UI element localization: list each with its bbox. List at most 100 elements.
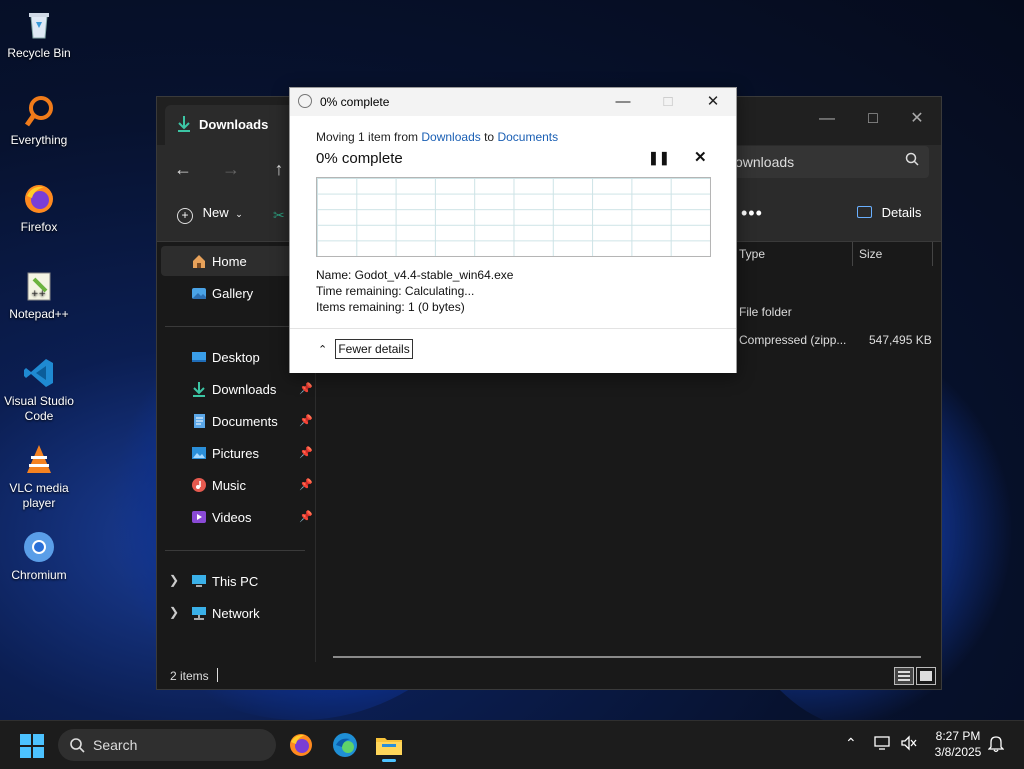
vlc-icon <box>22 443 56 477</box>
table-row-type[interactable]: Compressed (zipp... <box>739 333 846 347</box>
notepad-plus-plus-icon: ++ <box>22 269 56 303</box>
new-button[interactable]: + New ⌄ <box>177 205 243 224</box>
taskbar-edge[interactable] <box>328 729 362 761</box>
taskbar-search-box[interactable]: Search <box>58 729 276 761</box>
fewer-details-button[interactable]: ⌃ Fewer details <box>318 339 413 359</box>
details-view-button[interactable] <box>894 667 914 685</box>
sidebar-divider <box>165 326 305 327</box>
plus-circle-icon: + <box>177 208 193 224</box>
sidebar-item-gallery[interactable]: Gallery <box>157 278 307 308</box>
dialog-close-button[interactable]: ✕ <box>698 91 728 113</box>
arrow-left-icon: ← <box>174 159 192 179</box>
desktop-icon-chromium[interactable]: Chromium <box>0 530 78 583</box>
sidebar-item-this-pc[interactable]: ❯ This PC <box>157 566 307 596</box>
pin-icon: 📌 <box>299 447 313 459</box>
sidebar-item-home[interactable]: Home <box>161 246 309 276</box>
desktop-icon-label: VLC media player <box>9 481 69 510</box>
desktop-icon-label: Visual Studio Code <box>4 394 74 423</box>
pause-button[interactable]: ❚❚ <box>648 150 670 166</box>
table-row-size[interactable]: 547,495 KB <box>869 333 932 347</box>
table-row-type[interactable]: File folder <box>739 305 792 319</box>
chevron-right-icon[interactable]: ❯ <box>169 605 179 619</box>
desktop-icon-label: Firefox <box>20 220 58 234</box>
download-arrow-icon <box>191 381 207 397</box>
sidebar-item-downloads[interactable]: Downloads 📌 <box>157 374 313 404</box>
file-operation-dialog[interactable]: 0% complete — □ ✕ Moving 1 item from Dow… <box>289 87 737 373</box>
chromium-icon <box>22 530 56 564</box>
cut-icon[interactable]: ✂ <box>273 207 285 224</box>
sidebar-item-documents[interactable]: Documents 📌 <box>157 406 313 436</box>
arrow-right-icon: → <box>222 159 240 179</box>
sidebar-item-videos[interactable]: Videos 📌 <box>157 502 313 532</box>
tiles-view-button[interactable] <box>916 667 936 685</box>
sidebar-item-pictures[interactable]: Pictures 📌 <box>157 438 313 468</box>
network-status-button[interactable] <box>874 735 892 754</box>
sidebar-label: Desktop <box>212 350 260 365</box>
dialog-title: 0% complete <box>320 95 390 109</box>
sidebar-item-music[interactable]: Music 📌 <box>157 470 313 500</box>
desktop-icon-notepad[interactable]: ++ Notepad++ <box>0 269 78 322</box>
clock-time: 8:27 PM <box>935 729 981 743</box>
clock-icon <box>298 94 312 108</box>
sidebar-label: This PC <box>212 574 259 589</box>
explorer-minimize-button[interactable]: — <box>807 105 847 133</box>
search-box[interactable]: ownloads <box>727 146 929 178</box>
desktop-icon-firefox[interactable]: Firefox <box>0 182 78 235</box>
back-button[interactable]: ← <box>169 157 197 181</box>
everything-icon <box>22 95 56 129</box>
bell-icon <box>987 736 1005 756</box>
windows-logo-icon <box>20 734 44 762</box>
source-link[interactable]: Downloads <box>421 130 480 144</box>
desktop-icon-label: Everything <box>10 133 68 147</box>
transfer-speed-graph <box>316 177 711 257</box>
pin-icon: 📌 <box>299 383 313 395</box>
sidebar-label: Documents <box>212 414 278 429</box>
column-header-size[interactable]: Size <box>859 247 882 271</box>
volume-button[interactable] <box>900 735 918 754</box>
desktop-icon-everything[interactable]: Everything <box>0 95 78 148</box>
column-header-type[interactable]: Type <box>739 247 765 271</box>
show-hidden-icons-button[interactable]: ⌃ <box>845 735 857 752</box>
items-remaining-line: Items remaining: 1 (0 bytes) <box>316 300 465 314</box>
arrow-up-icon: ↑ <box>274 159 284 179</box>
progress-percentage: 0% complete <box>316 150 403 167</box>
explorer-maximize-button[interactable]: □ <box>853 105 893 133</box>
music-icon <box>191 477 207 493</box>
sidebar-item-network[interactable]: ❯ Network <box>157 598 307 628</box>
desktop-icon-recycle-bin[interactable]: Recycle Bin <box>0 8 78 61</box>
cancel-button[interactable]: ✕ <box>694 148 707 166</box>
taskbar-clock[interactable]: 8:27 PM 3/8/2025 <box>932 729 984 759</box>
search-icon <box>69 737 85 758</box>
horizontal-scrollbar[interactable] <box>333 656 921 658</box>
desktop-icon-vscode[interactable]: Visual Studio Code <box>0 356 78 424</box>
status-bar: 2 items <box>157 663 941 689</box>
destination-link[interactable]: Documents <box>497 130 558 144</box>
desktop-icon-label: Recycle Bin <box>7 46 71 60</box>
dialog-titlebar[interactable]: 0% complete — □ ✕ <box>290 88 736 116</box>
column-divider[interactable] <box>852 242 853 266</box>
notifications-button[interactable] <box>987 735 1005 756</box>
clock-date: 3/8/2025 <box>934 745 982 759</box>
network-disconnected-icon <box>874 736 892 754</box>
new-button-label: New <box>202 205 229 220</box>
this-pc-icon <box>191 573 207 589</box>
column-divider[interactable] <box>932 242 933 266</box>
documents-icon <box>191 413 207 429</box>
pictures-icon <box>191 445 207 461</box>
more-options-button[interactable]: ••• <box>741 203 763 224</box>
taskbar-file-explorer[interactable] <box>372 729 406 762</box>
edge-icon <box>328 733 362 765</box>
start-button[interactable] <box>20 734 44 758</box>
move-description: Moving 1 item from Downloads to Document… <box>316 130 558 144</box>
forward-button[interactable]: → <box>217 157 245 181</box>
sidebar-label: Gallery <box>212 286 254 301</box>
dialog-minimize-button[interactable]: — <box>608 91 638 113</box>
taskbar-firefox[interactable] <box>284 729 318 761</box>
details-pane-button[interactable]: Details <box>857 205 921 220</box>
chevron-right-icon[interactable]: ❯ <box>169 573 179 587</box>
sidebar-item-desktop[interactable]: Desktop <box>157 342 307 372</box>
desktop-icon-vlc[interactable]: VLC media player <box>0 443 78 511</box>
status-divider <box>217 668 218 682</box>
sidebar-label: Videos <box>212 510 252 525</box>
explorer-close-button[interactable]: ✕ <box>897 105 937 133</box>
